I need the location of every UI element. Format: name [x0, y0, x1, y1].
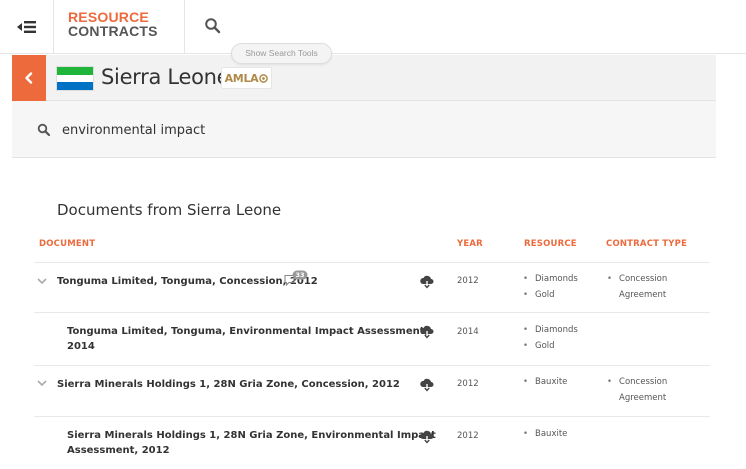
brand-logo[interactable]: RESOURCE CONTRACTS — [54, 0, 185, 54]
comment-count: 33 — [295, 270, 305, 279]
cloud-download-icon[interactable] — [419, 325, 435, 339]
contract-type-list: ConcessionAgreement — [607, 272, 667, 303]
document-title: Tonguma Limited, Tonguma, Environmental … — [67, 326, 429, 337]
document-title-link[interactable]: Sierra Minerals Holdings 1, 28N Gria Zon… — [57, 377, 400, 392]
document-title-continued: 2014 — [67, 341, 95, 352]
table-row: Tonguma Limited, Tonguma, Concession, 20… — [34, 262, 710, 312]
resource-item: Gold — [523, 339, 578, 355]
documents-heading: Documents from Sierra Leone — [57, 201, 282, 219]
flag-stripe-green — [57, 67, 93, 75]
table-row: Sierra Minerals Holdings 1, 28N Gria Zon… — [34, 365, 710, 416]
column-header-document[interactable]: DOCUMENT — [39, 239, 95, 249]
document-year: 2012 — [457, 276, 479, 286]
chevron-down-icon[interactable] — [36, 276, 48, 286]
chevron-down-icon[interactable] — [36, 378, 48, 388]
flag-stripe-white — [57, 74, 93, 83]
menu-collapse-icon — [16, 21, 36, 33]
amla-badge-label: AMLA — [224, 71, 259, 85]
resource-list: Diamonds Gold — [523, 323, 578, 354]
search-bar — [12, 101, 716, 158]
column-header-year[interactable]: YEAR — [457, 239, 483, 249]
comment-count-button[interactable]: 33 — [283, 270, 309, 286]
country-name: Sierra Leone — [101, 65, 230, 89]
document-year: 2012 — [457, 379, 479, 389]
search-icon — [37, 123, 51, 137]
search-icon[interactable] — [204, 17, 222, 35]
resource-item: Gold — [523, 288, 578, 304]
resource-item: Diamonds — [523, 323, 578, 339]
flag-stripe-blue — [57, 82, 93, 90]
country-bar: Sierra Leone AMLA — [12, 55, 716, 101]
contract-type-item: ConcessionAgreement — [607, 272, 667, 303]
contract-type-item: ConcessionAgreement — [607, 375, 667, 406]
document-year: 2014 — [457, 327, 479, 337]
country-flag — [56, 66, 94, 91]
menu-toggle-button[interactable] — [0, 0, 54, 54]
brand-line-2: CONTRACTS — [68, 23, 158, 39]
brand-line-1: RESOURCE — [68, 9, 149, 25]
amla-badge[interactable]: AMLA — [221, 67, 272, 89]
document-title-continued: Assessment, 2012 — [67, 445, 170, 456]
show-search-tools-button[interactable]: Show Search Tools — [231, 43, 332, 64]
column-header-resource[interactable]: RESOURCE — [524, 239, 577, 249]
cloud-download-icon[interactable] — [419, 378, 435, 392]
chevron-left-icon — [25, 72, 33, 84]
amla-globe-icon — [259, 73, 269, 83]
document-title-link[interactable]: Tonguma Limited, Tonguma, Environmental … — [67, 324, 428, 354]
table-row: Tonguma Limited, Tonguma, Environmental … — [34, 312, 710, 365]
document-title: Sierra Minerals Holdings 1, 28N Gria Zon… — [67, 430, 436, 441]
cloud-download-icon[interactable] — [419, 275, 435, 289]
documents-table: Tonguma Limited, Tonguma, Concession, 20… — [34, 262, 710, 466]
document-year: 2012 — [457, 431, 479, 441]
cloud-download-icon[interactable] — [419, 430, 435, 444]
resource-item: Diamonds — [523, 272, 578, 288]
table-row: Sierra Minerals Holdings 1, 28N Gria Zon… — [34, 416, 710, 466]
resource-list: Bauxite — [523, 375, 567, 391]
document-title: Tonguma Limited, Tonguma, Concession, 20… — [57, 276, 318, 287]
resource-list: Diamonds Gold — [523, 272, 578, 303]
column-header-contract-type[interactable]: CONTRACT TYPE — [606, 239, 687, 249]
document-title: Sierra Minerals Holdings 1, 28N Gria Zon… — [57, 379, 400, 390]
contract-type-list: ConcessionAgreement — [607, 375, 667, 406]
top-header: RESOURCE CONTRACTS — [0, 0, 746, 54]
resource-list: Bauxite — [523, 427, 567, 443]
resource-item: Bauxite — [523, 427, 567, 443]
resource-item: Bauxite — [523, 375, 567, 391]
document-title-link[interactable]: Tonguma Limited, Tonguma, Concession, 20… — [57, 274, 318, 289]
back-button[interactable] — [12, 55, 46, 101]
document-title-link[interactable]: Sierra Minerals Holdings 1, 28N Gria Zon… — [67, 428, 436, 458]
search-input[interactable] — [62, 119, 662, 141]
